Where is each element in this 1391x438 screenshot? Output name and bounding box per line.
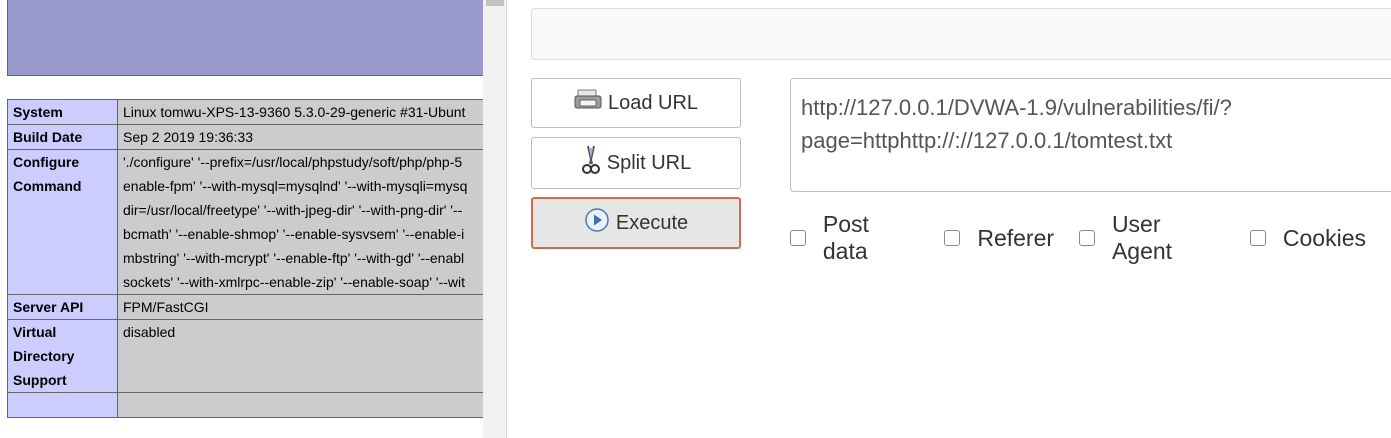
url-line: http://127.0.0.1/DVWA-1.9/vulnerabilitie… — [801, 95, 1232, 120]
split-url-button[interactable]: Split URL — [531, 137, 741, 189]
row-value: Linux tomwu-XPS-13-9360 5.3.0-29-generic… — [117, 99, 483, 125]
url-line: page=httphttp://://127.0.0.1/tomtest.txt — [801, 128, 1173, 153]
configure-command-value: './configure' '--prefix=/usr/local/phpst… — [117, 149, 483, 295]
cookies-label: Cookies — [1282, 224, 1366, 251]
cookies-checkbox[interactable] — [1249, 230, 1266, 246]
execute-label: Execute — [615, 211, 689, 234]
scissors-icon — [581, 144, 601, 182]
user-agent-option[interactable]: User Agent — [1079, 211, 1225, 265]
phpinfo-page: System Linux tomwu-XPS-13-9360 5.3.0-29-… — [0, 0, 483, 438]
table-row: Server API FPM/FastCGI — [7, 294, 483, 320]
user-agent-checkbox[interactable] — [1079, 230, 1095, 246]
url-textarea[interactable]: http://127.0.0.1/DVWA-1.9/vulnerabilitie… — [790, 78, 1391, 192]
play-icon — [584, 207, 610, 239]
request-options: Post data Referer User Agent Cookies — [790, 211, 1391, 264]
post-data-label: Post data — [822, 211, 869, 264]
row-label: System — [7, 99, 118, 125]
row-label: Virtual Directory Support — [7, 319, 118, 393]
execute-button[interactable]: Execute — [531, 197, 741, 249]
table-row: System Linux tomwu-XPS-13-9360 5.3.0-29-… — [7, 99, 483, 125]
hackbar-panel: Load URL Split URL Execute http://127.0.… — [507, 0, 1391, 438]
load-url-label: Load URL — [607, 91, 699, 114]
split-url-label: Split URL — [606, 151, 692, 174]
table-row: Configure Command './configure' '--prefi… — [7, 149, 483, 295]
phpinfo-table: System Linux tomwu-XPS-13-9360 5.3.0-29-… — [7, 99, 483, 418]
post-data-checkbox[interactable] — [790, 230, 806, 246]
scrollbar-thumb[interactable] — [486, 0, 504, 6]
row-label: Build Date — [7, 124, 118, 150]
referer-label: Referer — [977, 224, 1055, 251]
php-header-banner — [7, 0, 483, 76]
hackbar-toolbar — [531, 8, 1391, 60]
user-agent-label: User Agent — [1111, 211, 1173, 264]
load-url-icon — [574, 88, 602, 118]
row-value: disabled — [117, 319, 483, 393]
referer-option[interactable]: Referer — [944, 225, 1054, 252]
row-label: Server API — [7, 294, 118, 320]
load-url-button[interactable]: Load URL — [531, 78, 741, 128]
referer-checkbox[interactable] — [944, 230, 961, 246]
row-value: Sep 2 2019 19:36:33 — [117, 124, 483, 150]
table-row: Build Date Sep 2 2019 19:36:33 — [7, 124, 483, 150]
table-row: Virtual Directory Support disabled — [7, 319, 483, 393]
row-label: Configure Command — [7, 149, 118, 295]
row-value: FPM/FastCGI — [117, 294, 483, 320]
post-data-option[interactable]: Post data — [790, 211, 919, 265]
vertical-scrollbar[interactable] — [483, 0, 507, 438]
cookies-option[interactable]: Cookies — [1249, 224, 1366, 252]
table-row — [7, 392, 483, 418]
